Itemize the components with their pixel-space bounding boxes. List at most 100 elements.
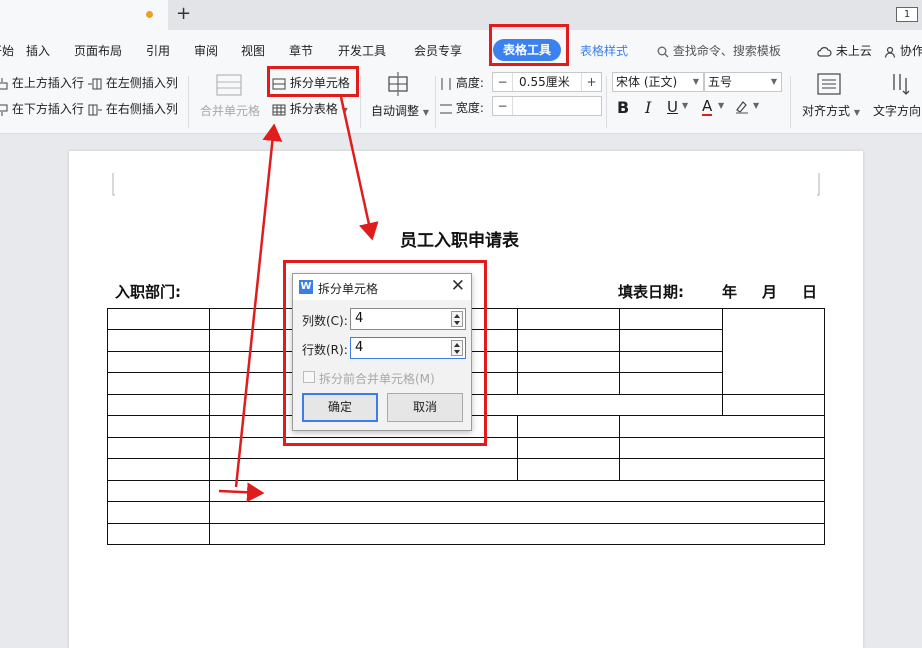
insert-col-right-label: 在右侧插入列 [105, 102, 178, 116]
day-label[interactable]: 日 [802, 281, 817, 302]
search-label: 查找命令、搜索模板 [672, 44, 781, 58]
height-minus-button[interactable]: − [493, 73, 513, 91]
height-icon [441, 77, 451, 90]
insert-col-left-button[interactable]: 在左侧插入列 [88, 74, 178, 91]
height-value: 0.55厘米 [519, 75, 570, 89]
menu-developer[interactable]: 开发工具 [338, 42, 386, 59]
split-table-icon [272, 104, 286, 115]
width-field[interactable]: − [492, 96, 602, 116]
highlight-icon[interactable] [734, 98, 750, 117]
menu-view[interactable]: 视图 [241, 42, 265, 59]
table-border [824, 308, 825, 545]
chevron-down-icon[interactable]: ▼ [718, 101, 724, 110]
height-plus-button[interactable]: + [581, 73, 601, 91]
collab-label: 协作 [899, 44, 922, 58]
menu-member[interactable]: 会员专享 [414, 42, 462, 59]
collab-button[interactable]: 协作 [884, 42, 922, 59]
insert-row-above-icon [0, 77, 8, 89]
page-indicator[interactable]: 1 [896, 7, 918, 22]
chevron-down-icon: ▼ [692, 77, 699, 86]
table-border [107, 308, 108, 545]
height-field[interactable]: − 0.55厘米 + [492, 72, 602, 92]
cloud-icon [817, 46, 832, 57]
table-col-line [722, 308, 723, 416]
table-border [107, 544, 825, 545]
unsaved-dot-icon [146, 11, 153, 18]
margin-corner-mark [817, 173, 820, 196]
bold-icon[interactable]: B [617, 98, 629, 117]
user-icon [884, 46, 896, 58]
new-tab-plus-icon[interactable]: + [176, 4, 191, 24]
align-label: 对齐方式 [802, 104, 851, 118]
chevron-down-icon[interactable]: ▼ [753, 101, 759, 110]
table-col-line [619, 308, 620, 395]
ribbon-separator [606, 76, 607, 128]
insert-col-left-label: 在左侧插入列 [105, 76, 178, 90]
cloud-label: 未上云 [835, 44, 872, 58]
auto-fit-button[interactable]: 自动调整 ▼ [371, 102, 429, 119]
table-col-line [517, 415, 518, 481]
year-label[interactable]: 年 [722, 281, 737, 302]
insert-row-above-button[interactable]: 在上方插入行 [0, 74, 84, 91]
italic-icon[interactable]: I [645, 98, 651, 117]
text-direction-icon [890, 72, 912, 99]
search-icon [657, 46, 669, 57]
insert-row-below-icon [0, 104, 8, 116]
insert-row-above-label: 在上方插入行 [11, 76, 84, 90]
menu-bar: 开始 插入 页面布局 引用 审阅 视图 章节 开发工具 会员专享 表格工具 表格… [0, 30, 922, 68]
menu-review[interactable]: 审阅 [194, 42, 218, 59]
align-button[interactable]: 对齐方式 ▼ [802, 102, 860, 119]
insert-col-right-icon [88, 104, 102, 115]
table-row-line [107, 501, 825, 502]
width-label-text: 宽度: [455, 101, 484, 115]
date-label[interactable]: 填表日期: [618, 281, 684, 302]
document-tab[interactable] [0, 0, 168, 30]
chevron-down-icon: ▼ [853, 108, 860, 117]
menu-chapter[interactable]: 章节 [289, 42, 313, 59]
width-icon [440, 104, 452, 113]
split-table-button[interactable]: 拆分表格 ▼ [272, 100, 348, 117]
ribbon-toolbar: 在上方插入行 在下方插入行 在左侧插入列 在右侧插入列 合并单元格 拆分单元格 … [0, 68, 922, 134]
annotation-box-split-cells [267, 66, 359, 97]
font-name-value: 宋体 (正文) [616, 75, 678, 89]
merge-cells-button[interactable]: 合并单元格 [200, 102, 260, 119]
chevron-down-icon[interactable]: ▼ [682, 101, 688, 110]
ribbon-separator [360, 76, 361, 128]
chevron-down-icon: ▼ [422, 108, 429, 117]
dept-label[interactable]: 入职部门: [115, 281, 181, 302]
auto-fit-icon [386, 72, 410, 99]
table-col-line [209, 308, 210, 545]
margin-corner-mark [112, 173, 115, 196]
insert-col-right-button[interactable]: 在右侧插入列 [88, 100, 178, 117]
month-label[interactable]: 月 [762, 281, 777, 302]
menu-references[interactable]: 引用 [146, 42, 170, 59]
font-size-select[interactable]: 五号 ▼ [704, 72, 782, 92]
width-minus-button[interactable]: − [493, 97, 513, 115]
table-row-line [107, 480, 825, 481]
auto-fit-label: 自动调整 [371, 104, 420, 118]
menu-insert[interactable]: 插入 [26, 42, 50, 59]
annotation-box-dialog [283, 260, 487, 446]
split-table-label: 拆分表格 [289, 102, 338, 116]
merge-cells-icon [216, 74, 242, 99]
search-command[interactable]: 查找命令、搜索模板 [657, 42, 781, 59]
insert-row-below-label: 在下方插入行 [11, 102, 84, 116]
ribbon-separator [188, 76, 189, 128]
document-title[interactable]: 员工入职申请表 [400, 226, 519, 251]
font-size-value: 五号 [708, 75, 733, 89]
font-name-select[interactable]: 宋体 (正文) ▼ [612, 72, 704, 92]
height-label: 高度: [440, 74, 484, 91]
insert-row-below-button[interactable]: 在下方插入行 [0, 100, 84, 117]
tab-table-style[interactable]: 表格样式 [580, 42, 628, 59]
underline-icon[interactable]: U [667, 98, 678, 116]
text-direction-button[interactable]: 文字方向 [873, 102, 921, 119]
insert-col-left-icon [88, 78, 102, 89]
table-row-line [107, 523, 825, 524]
annotation-box-table-tools [489, 24, 569, 66]
width-label: 宽度: [440, 99, 484, 116]
chevron-down-icon: ▼ [770, 77, 777, 86]
cloud-status[interactable]: 未上云 [816, 42, 872, 59]
menu-page-layout[interactable]: 页面布局 [74, 42, 122, 59]
font-color-icon[interactable]: A [702, 98, 713, 116]
menu-home[interactable]: 开始 [0, 42, 14, 59]
